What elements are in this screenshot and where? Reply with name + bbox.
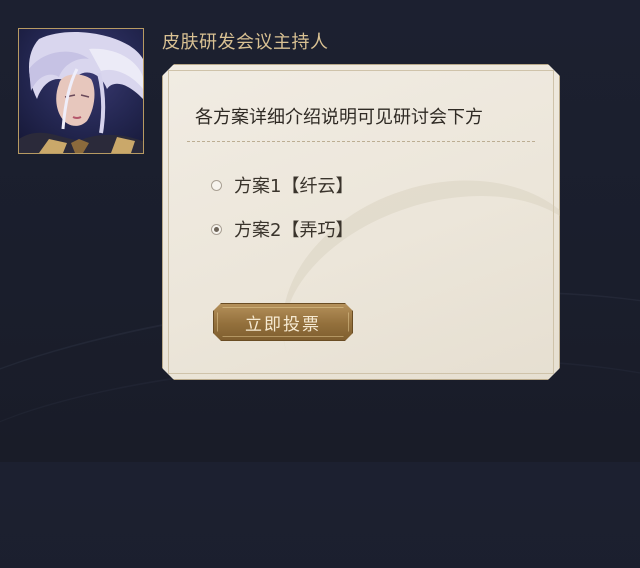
radio-button-unchecked[interactable] bbox=[211, 180, 222, 191]
option-plan-2[interactable]: 方案2【弄巧】 bbox=[211, 216, 353, 242]
vote-button-label: 立即投票 bbox=[245, 314, 321, 335]
host-title: 皮肤研发会议主持人 bbox=[162, 32, 329, 53]
option-plan-1[interactable]: 方案1【纤云】 bbox=[211, 172, 353, 198]
vote-panel: 各方案详细介绍说明可见研讨会下方 方案1【纤云】 方案2【弄巧】 立即投票 bbox=[162, 64, 560, 380]
option-label: 方案2【弄巧】 bbox=[234, 220, 354, 241]
panel-title: 各方案详细介绍说明可见研讨会下方 bbox=[195, 107, 483, 128]
host-avatar bbox=[18, 28, 144, 154]
divider bbox=[187, 141, 535, 142]
option-label: 方案1【纤云】 bbox=[234, 176, 354, 197]
character-portrait-icon bbox=[19, 31, 143, 153]
radio-button-checked[interactable] bbox=[211, 224, 222, 235]
vote-now-button[interactable]: 立即投票 bbox=[213, 303, 353, 341]
